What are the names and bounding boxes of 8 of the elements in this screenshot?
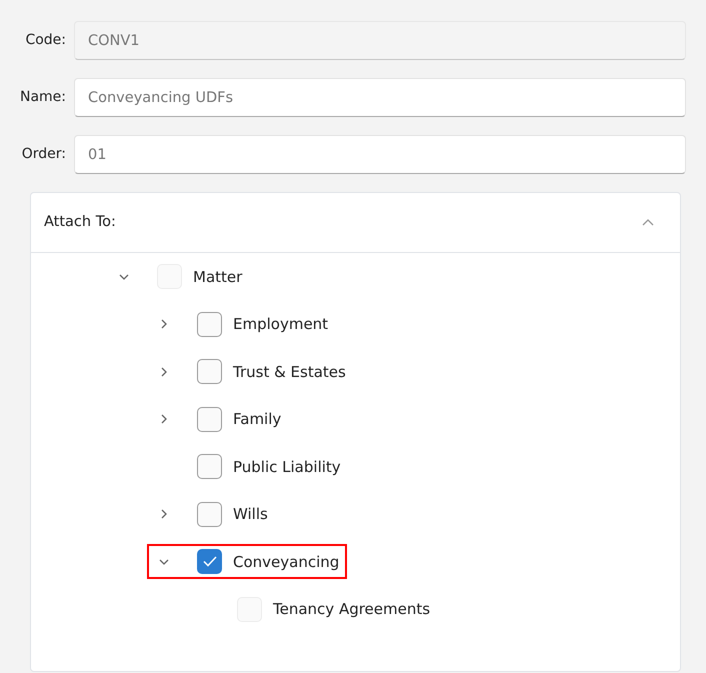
check-icon	[202, 556, 216, 568]
collapse-icon[interactable]	[642, 218, 654, 226]
field-label: Code:	[24, 31, 66, 50]
text-field[interactable]: 01	[74, 135, 686, 174]
field-label: Order:	[20, 145, 66, 164]
field-label: Name:	[18, 88, 66, 107]
text-field[interactable]: Conveyancing UDFs	[74, 78, 686, 117]
panel-title: Attach To:	[44, 212, 116, 232]
